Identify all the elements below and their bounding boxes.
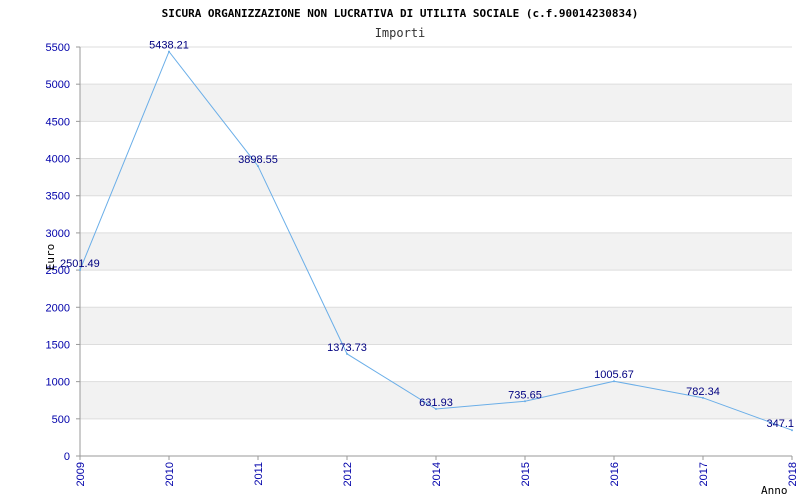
x-tick-label: 2017 xyxy=(698,462,710,486)
grid-band xyxy=(80,158,792,196)
x-axis-title: Anno xyxy=(761,484,788,497)
data-label: 1005.67 xyxy=(594,369,634,381)
x-tick-label: 2015 xyxy=(520,462,532,486)
y-tick-label: 3000 xyxy=(46,228,70,240)
data-label: 735.65 xyxy=(508,389,542,401)
y-tick-label: 500 xyxy=(52,414,70,426)
grid-band xyxy=(80,232,792,271)
y-tick-label: 1500 xyxy=(46,339,70,351)
x-tick-label: 2016 xyxy=(609,462,621,486)
grid-band xyxy=(80,307,792,345)
y-tick-label: 0 xyxy=(64,451,70,463)
data-label: 782.34 xyxy=(686,386,720,398)
data-label: 2501.49 xyxy=(60,258,100,270)
y-tick-label: 3500 xyxy=(46,191,70,203)
data-label: 347.1 xyxy=(766,418,794,430)
x-tick-labels: 2009 2010 2011 2012 2014 2015 2016 2017 2018 xyxy=(75,462,799,486)
y-axis-title: Euro xyxy=(44,244,57,271)
x-tick-label: 2018 xyxy=(787,462,799,486)
y-tick-label: 2000 xyxy=(46,302,70,314)
y-tick-label: 5000 xyxy=(46,79,70,91)
line-chart: 0500100015002000250030003500400045005000… xyxy=(44,7,799,497)
x-tick-label: 2014 xyxy=(431,462,443,486)
data-label: 3898.55 xyxy=(238,154,278,166)
grid-bands xyxy=(80,84,792,419)
data-label: 1373.73 xyxy=(327,342,367,354)
x-tick-label: 2012 xyxy=(342,462,354,486)
grid-band xyxy=(80,84,792,122)
y-tick-label: 4500 xyxy=(46,116,70,128)
chart-subtitle: Importi xyxy=(375,26,426,40)
x-tick-label: 2011 xyxy=(253,462,265,486)
y-tick-label: 4000 xyxy=(46,154,70,166)
data-label: 631.93 xyxy=(419,397,453,409)
y-tick-label: 1000 xyxy=(46,377,70,389)
data-label: 5438.21 xyxy=(149,40,189,52)
chart-title: SICURA ORGANIZZAZIONE NON LUCRATIVA DI U… xyxy=(162,7,639,20)
x-tick-label: 2009 xyxy=(75,462,87,486)
x-tick-label: 2010 xyxy=(164,462,176,486)
y-tick-label: 5500 xyxy=(46,42,70,54)
